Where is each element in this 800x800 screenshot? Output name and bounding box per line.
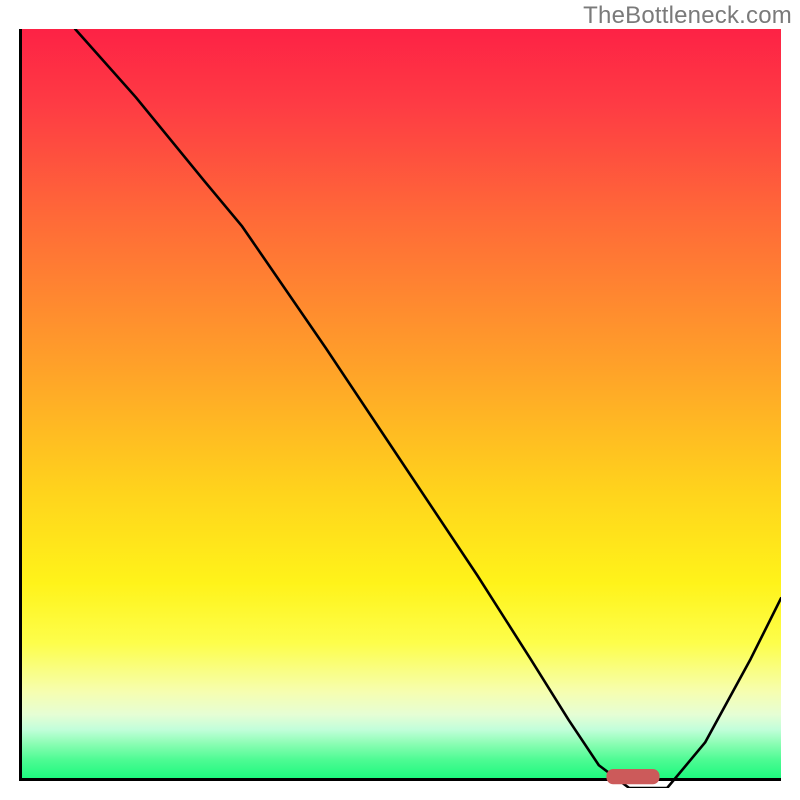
bottleneck-curve-path xyxy=(75,29,781,788)
plot-area xyxy=(19,29,781,781)
curve-svg xyxy=(22,29,781,788)
optimum-marker xyxy=(606,769,659,784)
chart-container: TheBottleneck.com xyxy=(0,0,800,800)
watermark-text: TheBottleneck.com xyxy=(583,2,792,30)
